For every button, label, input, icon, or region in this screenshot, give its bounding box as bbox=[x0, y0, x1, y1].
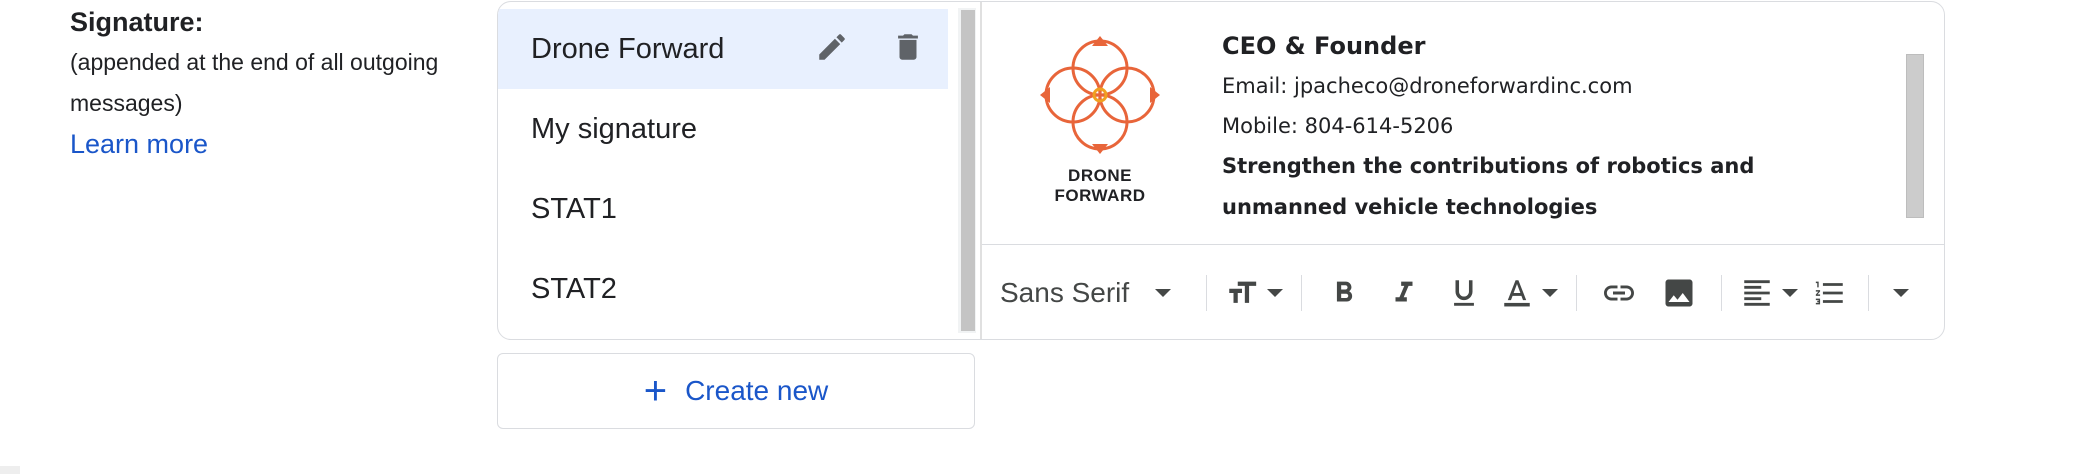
toolbar-separator bbox=[1868, 275, 1869, 311]
formatting-toolbar: Sans Serif bbox=[982, 245, 1944, 339]
signature-panel: Drone Forward My signature STAT1 STAT2 D… bbox=[497, 1, 1945, 340]
signature-content[interactable]: DRONE FORWARD CEO & Founder Email: jpach… bbox=[982, 2, 1944, 244]
chevron-down-icon bbox=[1155, 289, 1172, 297]
signature-list: Drone Forward My signature STAT1 STAT2 bbox=[498, 2, 984, 339]
numbered-list-button[interactable] bbox=[1804, 267, 1856, 319]
editor-scrollbar-thumb[interactable] bbox=[1906, 54, 1924, 218]
signature-item-name: My signature bbox=[531, 112, 698, 145]
signature-item-stat2[interactable]: STAT2 bbox=[498, 249, 948, 329]
signature-item-name: Drone Forward bbox=[531, 32, 725, 65]
signature-description: (appended at the end of all outgoing mes… bbox=[70, 49, 439, 116]
numbered-list-icon bbox=[1815, 281, 1843, 305]
signature-email: Email: jpacheco@droneforwardinc.com bbox=[1222, 74, 1633, 98]
italic-button[interactable] bbox=[1374, 267, 1434, 319]
signature-item-name: STAT1 bbox=[531, 192, 617, 225]
pencil-icon[interactable] bbox=[812, 27, 852, 67]
signature-editor: DRONE FORWARD CEO & Founder Email: jpach… bbox=[982, 2, 1944, 339]
toolbar-separator bbox=[1206, 275, 1207, 311]
signature-settings-label-group: Signature: (appended at the end of all o… bbox=[70, 4, 490, 164]
signature-item-drone-forward[interactable]: Drone Forward bbox=[498, 9, 948, 89]
chevron-down-icon bbox=[1542, 289, 1558, 297]
signature-role: CEO & Founder bbox=[1222, 32, 1426, 60]
insert-link-button[interactable] bbox=[1589, 267, 1649, 319]
signature-tagline: Strengthen the contributions of robotics… bbox=[1222, 154, 1755, 219]
page-corner-fragment bbox=[0, 466, 20, 474]
align-icon bbox=[1744, 280, 1770, 306]
signature-text-block: CEO & Founder Email: jpacheco@droneforwa… bbox=[1222, 26, 1862, 228]
align-button[interactable] bbox=[1734, 267, 1804, 319]
image-icon bbox=[1665, 279, 1693, 307]
font-size-button[interactable] bbox=[1219, 267, 1289, 319]
insert-image-button[interactable] bbox=[1649, 267, 1709, 319]
toolbar-separator bbox=[1301, 275, 1302, 311]
more-formatting-icon bbox=[1893, 289, 1909, 297]
more-formatting-button[interactable] bbox=[1881, 267, 1921, 319]
underline-icon bbox=[1454, 280, 1474, 306]
learn-more-link[interactable]: Learn more bbox=[70, 124, 208, 164]
bold-button[interactable] bbox=[1314, 267, 1374, 319]
chevron-down-icon bbox=[1782, 289, 1798, 297]
font-family-dropdown[interactable]: Sans Serif bbox=[1000, 267, 1194, 319]
italic-icon bbox=[1395, 281, 1413, 302]
font-size-icon bbox=[1229, 281, 1257, 303]
signature-mobile: Mobile: 804-614-5206 bbox=[1222, 114, 1454, 138]
link-icon bbox=[1604, 285, 1634, 301]
bold-icon bbox=[1336, 281, 1353, 302]
plus-icon: + bbox=[643, 369, 668, 413]
logo-text: DRONE FORWARD bbox=[1054, 166, 1146, 205]
chevron-down-icon bbox=[1267, 289, 1283, 297]
toolbar-separator bbox=[1576, 275, 1577, 311]
text-color-icon bbox=[1504, 280, 1530, 307]
drone-forward-logo: DRONE FORWARD bbox=[1020, 24, 1180, 205]
list-scrollbar-thumb[interactable] bbox=[961, 10, 975, 331]
underline-button[interactable] bbox=[1434, 267, 1494, 319]
signature-title: Signature: bbox=[70, 7, 204, 37]
signature-item-stat1[interactable]: STAT1 bbox=[498, 169, 948, 249]
trash-icon[interactable] bbox=[888, 27, 928, 67]
signature-item-name: STAT2 bbox=[531, 272, 617, 305]
create-new-button[interactable]: + Create new bbox=[497, 353, 975, 429]
signature-item-my-signature[interactable]: My signature bbox=[498, 89, 948, 169]
create-new-label: Create new bbox=[685, 375, 829, 406]
text-color-button[interactable] bbox=[1494, 267, 1564, 319]
toolbar-separator bbox=[1721, 275, 1722, 311]
font-family-label: Sans Serif bbox=[1000, 277, 1130, 308]
